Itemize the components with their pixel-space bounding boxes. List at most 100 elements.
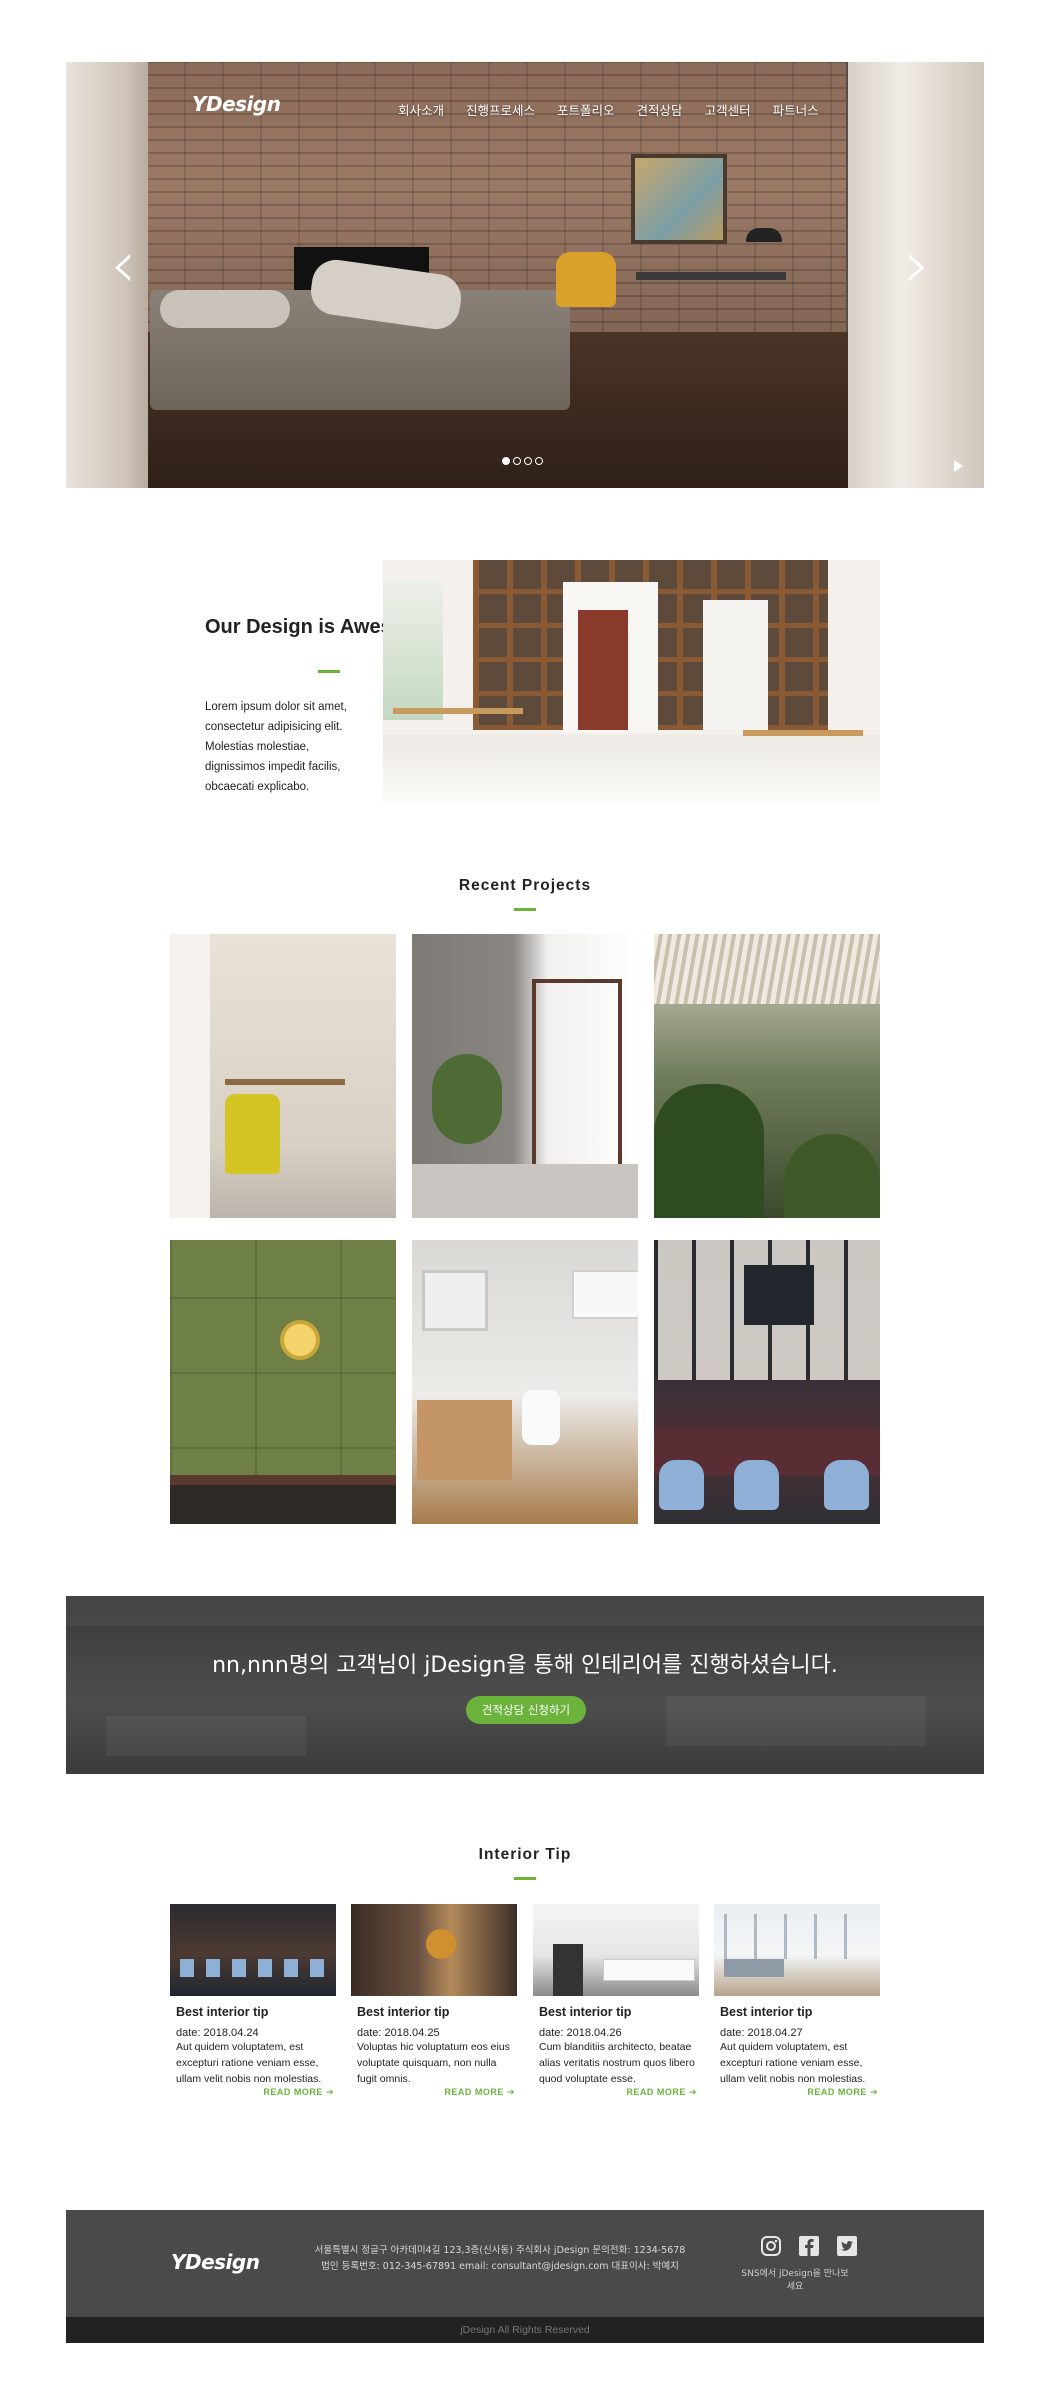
project-mirror <box>422 1270 488 1331</box>
nav-item-about[interactable]: 회사소개 <box>398 100 444 119</box>
hero-lamp <box>746 228 782 242</box>
copyright: jDesign All Rights Reserved <box>66 2317 984 2343</box>
projects-divider <box>514 908 536 911</box>
read-more-link[interactable]: READ MORE ➔ <box>714 2087 880 2098</box>
facebook-icon[interactable] <box>798 2235 820 2257</box>
tip-image-fridge <box>553 1944 583 1996</box>
tip-image-sofa <box>724 1959 784 1977</box>
tip-body: Aut quidem voluptatem, est excepturi rat… <box>720 2041 866 2085</box>
tips-title: Interior Tip <box>478 1846 572 1863</box>
tip-image <box>533 1904 699 1996</box>
slider-dot-3[interactable] <box>524 457 532 465</box>
nav-item-partners[interactable]: 파트너스 <box>773 100 819 119</box>
tip-date: date: 2018.04.25 <box>357 2027 440 2039</box>
tips-divider <box>514 1877 536 1880</box>
tip-image <box>170 1904 336 1996</box>
hero-desk <box>636 272 786 280</box>
project-plant <box>784 1134 880 1218</box>
project-chair <box>659 1460 704 1510</box>
slider-pagination <box>502 457 543 465</box>
cta-bg-furniture <box>106 1716 306 1756</box>
about-doorway <box>578 610 628 730</box>
tip-title: Best interior tip <box>176 2005 269 2019</box>
tip-title: Best interior tip <box>539 2005 632 2019</box>
about-door <box>703 600 768 730</box>
sns-label: SNS에서 jDesign을 만나보세요 <box>741 2269 849 2292</box>
project-plant <box>654 1084 764 1218</box>
tip-title: Best interior tip <box>357 2005 450 2019</box>
footer-company-info: 서울특별시 정글구 아카데미4길 123,3층(신사동) 주식회사 jDesig… <box>300 2243 700 2275</box>
slider-dot-4[interactable] <box>535 457 543 465</box>
project-chair <box>734 1460 779 1510</box>
hero-cushion <box>160 290 290 328</box>
cta-banner <box>66 1596 984 1774</box>
arrow-right-icon: ➔ <box>506 2087 515 2097</box>
project-wall-edge <box>170 934 210 1218</box>
projects-title: Recent Projects <box>458 877 592 894</box>
project-wall-lamp <box>280 1320 320 1360</box>
project-toilet <box>522 1390 560 1445</box>
about-image <box>383 560 880 802</box>
cta-text: nn,nnn명의 고객님이 jDesign을 통해 인테리어를 진행하셨습니다. <box>212 1653 838 1678</box>
about-divider <box>318 670 340 673</box>
tip-card[interactable]: Best interior tip date: 2018.04.27 Aut q… <box>714 1904 880 2098</box>
project-card[interactable] <box>654 1240 880 1524</box>
project-floor <box>412 1164 638 1218</box>
project-desk <box>225 1079 345 1085</box>
estimate-request-button[interactable]: 견적상담 신청하기 <box>466 1696 586 1724</box>
project-window <box>572 1270 638 1319</box>
project-card[interactable] <box>412 934 638 1218</box>
project-card[interactable] <box>170 1240 396 1524</box>
project-pergola <box>654 934 880 1004</box>
tip-image-counter <box>603 1959 695 1981</box>
project-floor <box>170 1485 396 1524</box>
project-chalkboard <box>744 1265 814 1325</box>
hero-yellow-chair <box>556 252 616 307</box>
chevron-right-icon[interactable]: › <box>904 232 930 298</box>
tip-card[interactable]: Best interior tip date: 2018.04.26 Cum b… <box>533 1904 699 2098</box>
read-more-label: READ MORE <box>807 2087 867 2097</box>
twitter-icon[interactable] <box>836 2235 858 2257</box>
tip-image-chairs <box>180 1959 330 1977</box>
read-more-label: READ MORE <box>444 2087 504 2097</box>
footer-logo[interactable]: YDesign <box>171 2250 260 2274</box>
tip-image <box>714 1904 880 1996</box>
arrow-right-icon: ➔ <box>688 2087 697 2097</box>
about-table <box>393 708 523 714</box>
project-chair <box>225 1094 280 1174</box>
tip-body: Cum blanditiis architecto, beatae alias … <box>539 2041 695 2085</box>
nav-item-portfolio[interactable]: 포트폴리오 <box>557 100 615 119</box>
read-more-link[interactable]: READ MORE ➔ <box>170 2087 336 2098</box>
instagram-icon[interactable] <box>760 2235 782 2257</box>
tip-image-lamp <box>426 1929 456 1959</box>
read-more-link[interactable]: READ MORE ➔ <box>351 2087 517 2098</box>
tip-date: date: 2018.04.27 <box>720 2027 803 2039</box>
project-card[interactable] <box>412 1240 638 1524</box>
tip-title: Best interior tip <box>720 2005 813 2019</box>
read-more-label: READ MORE <box>263 2087 323 2097</box>
footer-business-info: 법인 등록번호: 012-345-67891 email: consultant… <box>321 2261 679 2272</box>
read-more-label: READ MORE <box>626 2087 686 2097</box>
about-text: Lorem ipsum dolor sit amet, consectetur … <box>205 701 347 793</box>
sns-links <box>760 2235 858 2257</box>
play-icon[interactable] <box>954 460 963 472</box>
tip-card[interactable]: Best interior tip date: 2018.04.25 Volup… <box>351 1904 517 2098</box>
about-window <box>383 580 443 720</box>
nav-item-support[interactable]: 고객센터 <box>705 100 751 119</box>
tip-date: date: 2018.04.24 <box>176 2027 259 2039</box>
project-card[interactable] <box>170 934 396 1218</box>
slider-dot-2[interactable] <box>513 457 521 465</box>
hero-slider: YDesign 회사소개 진행프로세스 포트폴리오 견적상담 고객센터 파트너스… <box>66 62 984 488</box>
project-chair <box>824 1460 869 1510</box>
read-more-link[interactable]: READ MORE ➔ <box>533 2087 699 2098</box>
site-logo[interactable]: YDesign <box>192 92 281 116</box>
nav-item-estimate[interactable]: 견적상담 <box>637 100 683 119</box>
project-vanity <box>417 1400 512 1480</box>
about-table <box>743 730 863 736</box>
tip-card[interactable]: Best interior tip date: 2018.04.24 Aut q… <box>170 1904 336 2098</box>
cta-bg-furniture <box>666 1696 926 1746</box>
nav-item-process[interactable]: 진행프로세스 <box>466 100 535 119</box>
chevron-left-icon[interactable]: ‹ <box>110 232 136 298</box>
slider-dot-1[interactable] <box>502 457 510 465</box>
project-card[interactable] <box>654 934 880 1218</box>
